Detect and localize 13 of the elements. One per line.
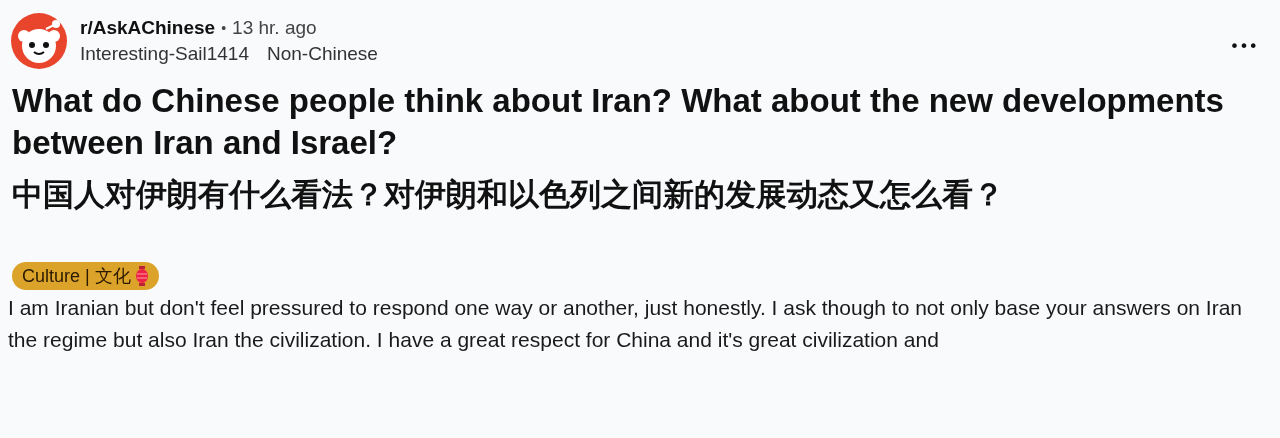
- post-time: 13 hr. ago: [232, 16, 317, 40]
- user-flair: Non-Chinese: [267, 42, 378, 66]
- post-title-chinese: 中国人对伊朗有什么看法？对伊朗和以色列之间新的发展动态又怎么看？: [12, 175, 1005, 214]
- flair-text: Culture | 文化: [22, 264, 131, 288]
- subreddit-name[interactable]: r/AskAChinese: [80, 15, 216, 41]
- post-title: What do Chinese people think about Iran? What about the new developments between Iran and Israel?: [12, 81, 1225, 163]
- post-body: I am Iranian but don't feel pressured to respond one way or another, just honestly. I ask though to not only base your answers on Iran the regime but also Iran the civilization. I have a great respect for China and it's great civilization and: [8, 295, 1244, 353]
- more-options-button[interactable]: •••: [1229, 37, 1258, 57]
- separator-dot: •: [221, 19, 227, 38]
- post-flair[interactable]: Culture | 文化: [12, 262, 159, 290]
- author-name[interactable]: Interesting-Sail1414: [80, 41, 249, 67]
- lantern-icon: [134, 266, 149, 286]
- subreddit-avatar-icon[interactable]: [10, 12, 68, 70]
